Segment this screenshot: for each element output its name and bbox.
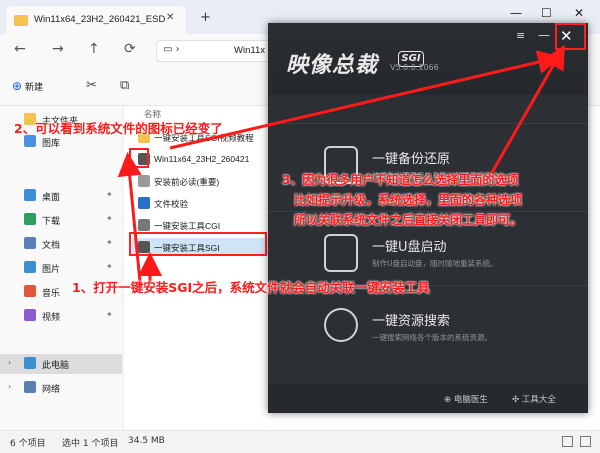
- toolbox-link[interactable]: ✣ 工具大全: [512, 393, 556, 405]
- pictures-icon: [24, 261, 36, 273]
- usb-icon: [324, 234, 358, 272]
- desktop-icon: [24, 189, 36, 201]
- status-bar: 6 个项目 选中 1 个项目 34.5 MB: [0, 430, 600, 453]
- yx-footer: ⊕ 电脑医生 ✣ 工具大全: [268, 385, 588, 413]
- annotation-step2: 2、可以看到系统文件的图标已经变了: [14, 121, 223, 136]
- tab-title: Win11x64_23H2_260421_ESD: [34, 14, 166, 25]
- download-icon: [24, 213, 36, 225]
- yx-header: 映像总裁 SGI V5.0.0.1066 ≡ — ✕: [268, 23, 588, 95]
- videos-icon: [24, 309, 36, 321]
- annotation-step3: 3、因为很多用户不知道怎么选择里面的选项 比如提示升级，系统选择，里面的各种选项…: [282, 170, 522, 230]
- search-icon: [324, 308, 358, 342]
- sidebar-item-network[interactable]: › 网络: [0, 378, 122, 398]
- selected-size: 34.5 MB: [128, 436, 165, 446]
- chevron-right-icon[interactable]: ›: [8, 382, 11, 391]
- address-path: Win11x: [234, 45, 265, 56]
- new-tab-icon[interactable]: +: [200, 10, 211, 25]
- sidebar-item-label: 桌面: [42, 193, 61, 203]
- cut-icon[interactable]: ✂: [86, 78, 97, 93]
- sidebar-item-label: 下载: [42, 217, 61, 227]
- this-pc-icon: [24, 357, 36, 369]
- up-icon[interactable]: ↑: [88, 41, 100, 57]
- selected-count: 选中 1 个项目: [62, 439, 119, 449]
- toolbox-label: 工具大全: [521, 395, 556, 405]
- maximize-icon[interactable]: ☐: [541, 6, 552, 20]
- sidebar-item-downloads[interactable]: 下载 ✦: [0, 210, 122, 230]
- sidebar-item-documents[interactable]: 文档 ✦: [0, 234, 122, 254]
- file-name: 文件校验: [154, 199, 189, 209]
- file-name: Win11x64_23H2_260421: [154, 154, 250, 164]
- close-icon[interactable]: ✕: [574, 6, 584, 20]
- sidebar-item-desktop[interactable]: 桌面 ✦: [0, 186, 122, 206]
- sidebar-item-label: 网络: [42, 385, 61, 395]
- exe-icon: [138, 197, 150, 209]
- monitor-icon: ▭ ›: [163, 44, 180, 55]
- sidebar-item-label: 文档: [42, 241, 61, 251]
- documents-icon: [24, 237, 36, 249]
- back-icon[interactable]: ←: [14, 41, 26, 57]
- new-button-label: 新建: [24, 83, 43, 93]
- chevron-right-icon[interactable]: ›: [8, 358, 11, 367]
- sidebar-item-label: 图库: [42, 139, 61, 149]
- file-name: 安装前必读(重要): [154, 177, 220, 187]
- file-name: 一键安装工具CGI: [154, 221, 221, 231]
- app-logo: 映像总裁: [286, 52, 379, 78]
- row-desc: 制作U盘启动盘，随时随地重装系统。: [372, 259, 498, 268]
- refresh-icon[interactable]: ⟳: [124, 41, 136, 57]
- annotation-step3-line1: 3、因为很多用户不知道怎么选择里面的选项: [282, 173, 519, 187]
- pin-icon: ✦: [106, 190, 113, 199]
- menu-icon[interactable]: ≡: [516, 29, 525, 42]
- sidebar-item-this-pc[interactable]: › 此电脑: [0, 354, 122, 374]
- folder-icon: [14, 15, 28, 26]
- app-version: V5.0.0.1066: [390, 63, 439, 72]
- sidebar-item-label: 视频: [42, 313, 61, 323]
- pin-icon: ✦: [106, 214, 113, 223]
- new-button[interactable]: ⊕ 新建: [12, 79, 43, 93]
- sidebar-item-label: 图片: [42, 265, 61, 275]
- pin-icon: ✦: [106, 262, 113, 271]
- tiles-view-icon[interactable]: [580, 436, 591, 447]
- annotation-step1: 1、打开一键安装SGI之后，系统文件就会自动关联一键安装工具: [72, 280, 430, 295]
- forward-icon[interactable]: →: [52, 41, 64, 57]
- pin-icon: ✦: [106, 310, 113, 319]
- row-desc: 一键搜索网络各个版本的系统资源。: [372, 333, 492, 342]
- navigation-pane: 主文件夹 图库 桌面 ✦ 下载 ✦ 文档 ✦ 图片 ✦ 音乐 ✦ 视频 ✦ › …: [0, 106, 122, 430]
- text-file-icon: [138, 175, 150, 187]
- row-title: 一键U盘启动: [372, 240, 447, 255]
- copy-icon[interactable]: ⧉: [120, 78, 129, 93]
- sidebar-item-videos[interactable]: 视频 ✦: [0, 306, 122, 326]
- row-title: 一键备份还原: [372, 152, 451, 167]
- annotation-step3-line2: 比如提示升级，系统选择，里面的各种选项: [294, 193, 523, 207]
- item-count: 6 个项目: [10, 439, 46, 449]
- tab-current-folder[interactable]: Win11x64_23H2_260421_ESD ✕: [6, 6, 186, 34]
- pin-icon: ✦: [106, 238, 113, 247]
- annotation-step3-line3: 所以关联系统文件之后直接关闭工具即可。: [294, 213, 523, 227]
- minimize-icon[interactable]: —: [510, 6, 522, 20]
- tab-close-icon[interactable]: ✕: [166, 12, 174, 23]
- highlight-box-close: [555, 23, 586, 50]
- music-icon: [24, 285, 36, 297]
- row-title: 一键资源搜索: [372, 314, 451, 329]
- sidebar-item-pictures[interactable]: 图片 ✦: [0, 258, 122, 278]
- highlight-box-sgi-tool: [129, 232, 267, 256]
- pc-doctor-link[interactable]: ⊕ 电脑医生: [444, 393, 488, 405]
- resource-search-button[interactable]: 一键资源搜索 一键搜索网络各个版本的系统资源。: [268, 285, 588, 373]
- pc-doctor-label: 电脑医生: [453, 395, 488, 405]
- sidebar-item-label: 音乐: [42, 289, 61, 299]
- highlight-box-file-icon: [129, 148, 149, 168]
- cgi-exe-icon: [138, 219, 150, 231]
- details-view-icon[interactable]: [562, 436, 573, 447]
- network-icon: [24, 381, 36, 393]
- sidebar-item-label: 此电脑: [42, 361, 70, 371]
- plus-icon: ⊕: [12, 79, 23, 93]
- minimize-icon[interactable]: —: [538, 28, 550, 42]
